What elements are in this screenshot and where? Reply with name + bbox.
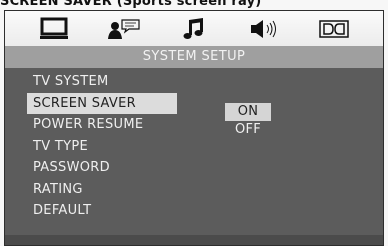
page-caption: SCREEN SAVER (Sports screen ray) [0,0,262,8]
menu-item-default[interactable]: DEFAULT [27,200,177,222]
page-title: SYSTEM SETUP [5,46,383,68]
dolby-digital-icon[interactable] [317,17,351,41]
menu-item-password[interactable]: PASSWORD [27,157,177,179]
option-off[interactable]: OFF [225,121,271,139]
speaker-volume-icon[interactable] [247,17,281,41]
category-icon-bar [5,11,383,46]
setup-screen: SYSTEM SETUP TV SYSTEM SCREEN SAVER POWE… [4,10,384,246]
menu-item-tv-system[interactable]: TV SYSTEM [27,71,177,93]
option-on[interactable]: ON [225,103,271,121]
screen-saver-options: ON OFF [225,103,271,139]
user-speech-icon[interactable] [107,17,141,41]
bottom-bar [5,235,383,245]
setup-menu: TV SYSTEM SCREEN SAVER POWER RESUME TV T… [27,71,177,222]
monitor-icon[interactable] [37,17,71,41]
menu-item-screen-saver[interactable]: SCREEN SAVER [27,92,177,114]
menu-item-tv-type[interactable]: TV TYPE [27,136,177,158]
music-note-icon[interactable] [177,17,211,41]
menu-item-power-resume[interactable]: POWER RESUME [27,114,177,136]
menu-item-rating[interactable]: RATING [27,179,177,201]
